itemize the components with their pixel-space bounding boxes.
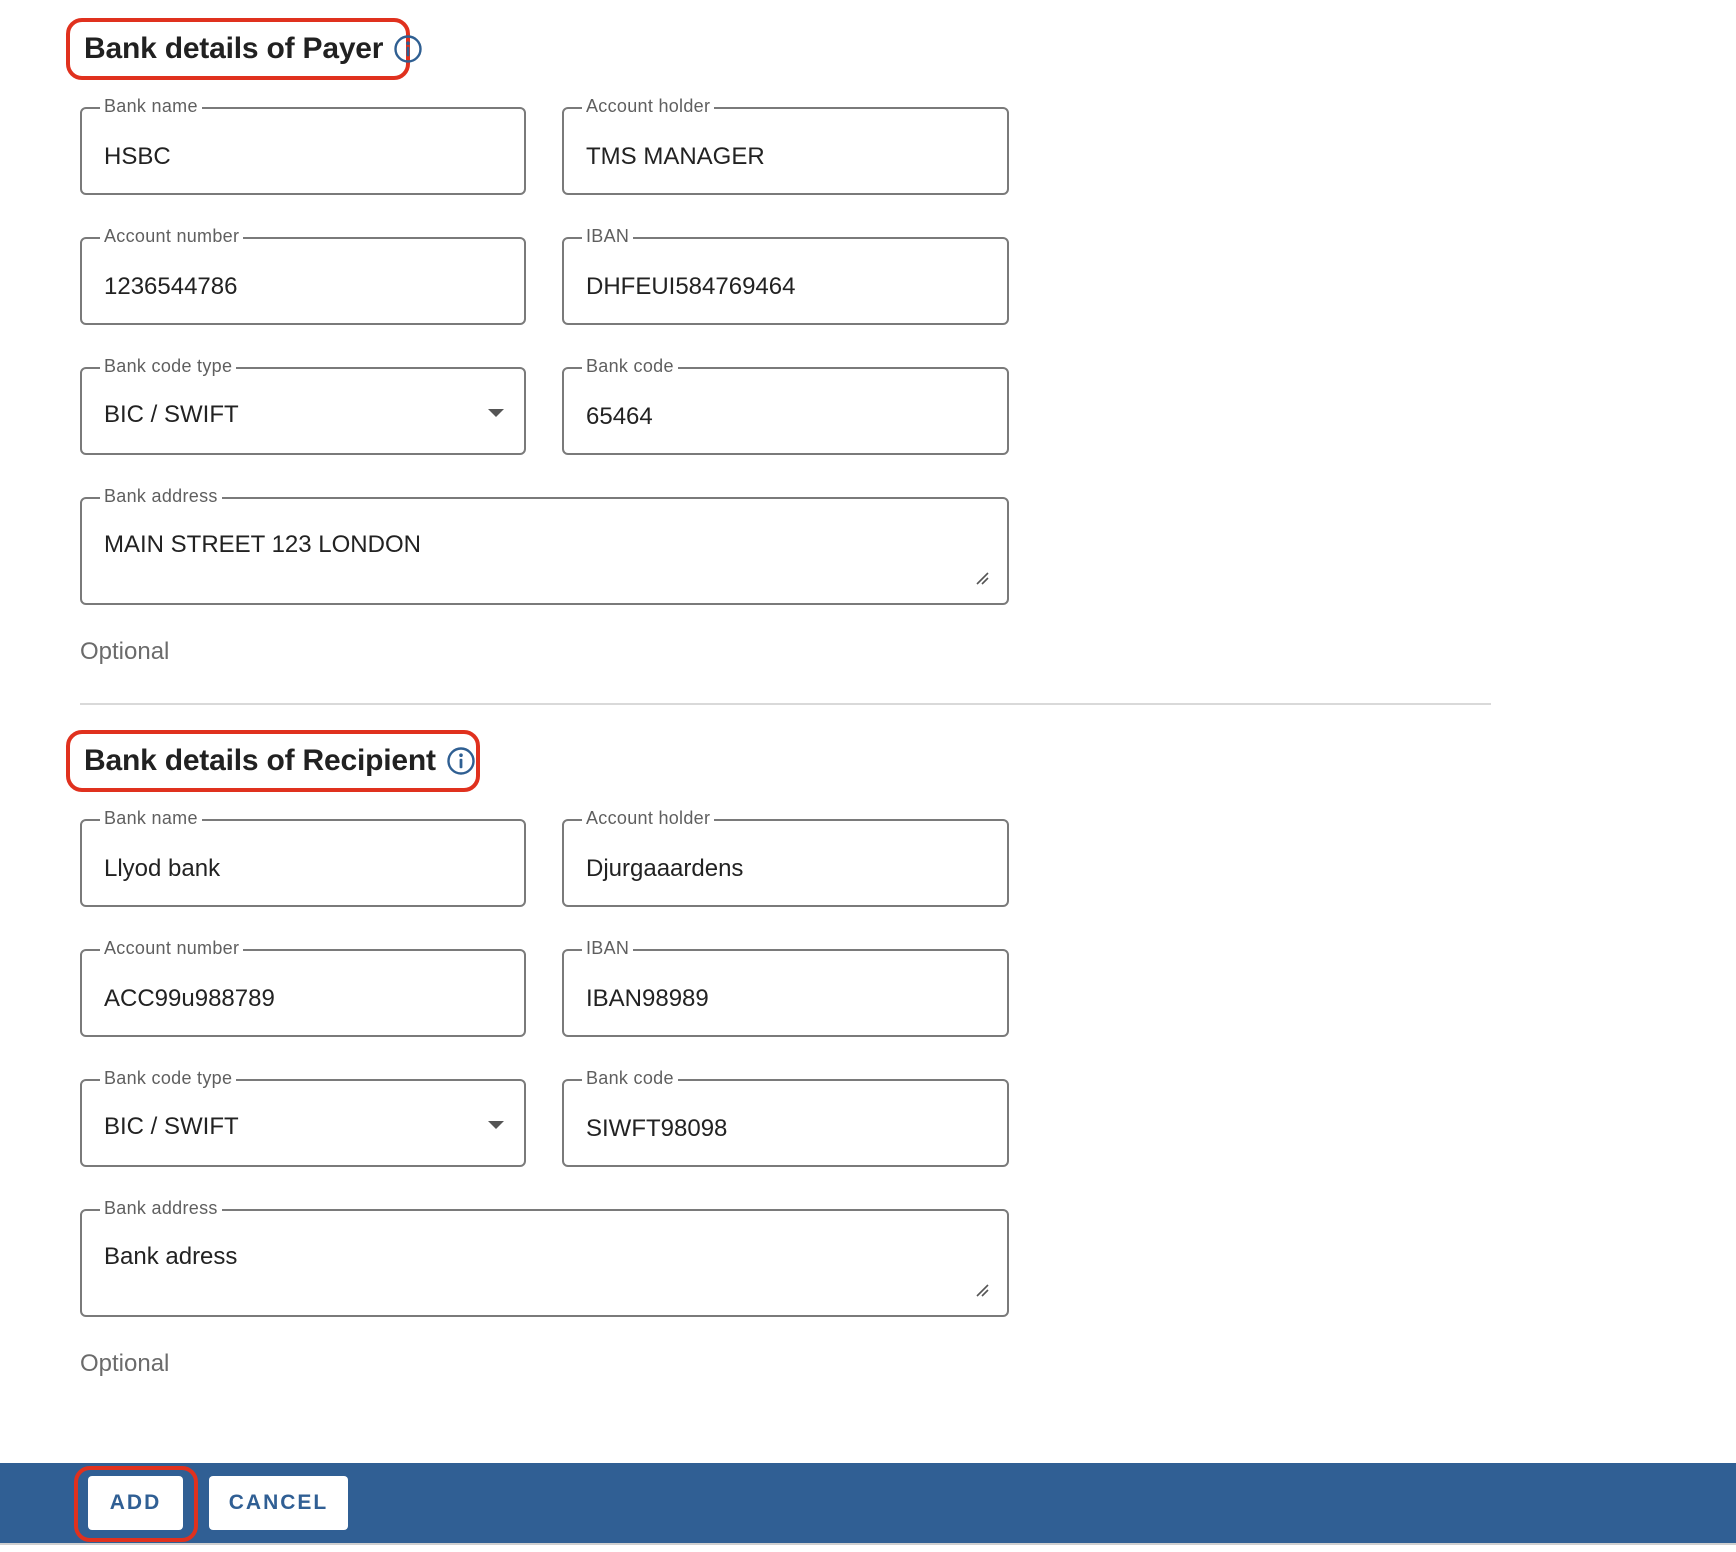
caret-down-icon[interactable] bbox=[488, 1121, 504, 1129]
field-label: Bank name bbox=[100, 96, 202, 117]
field-value: Djurgaaardens bbox=[586, 855, 744, 882]
field-label: Bank name bbox=[100, 808, 202, 829]
recipient-account-number-field[interactable]: Account number ACC99u988789 bbox=[80, 938, 526, 1037]
field-value: MAIN STREET 123 LONDON bbox=[104, 531, 421, 558]
field-label: Bank address bbox=[100, 1198, 222, 1219]
field-value: BIC / SWIFT bbox=[104, 401, 239, 428]
payer-iban-field[interactable]: IBAN DHFEUI584769464 bbox=[562, 226, 1009, 325]
footer-action-bar: ADD CANCEL bbox=[0, 1463, 1736, 1543]
payer-account-holder-field[interactable]: Account holder TMS MANAGER bbox=[562, 96, 1009, 195]
field-label: Account number bbox=[100, 938, 244, 959]
info-icon[interactable] bbox=[446, 746, 476, 776]
field-label: Bank code type bbox=[100, 1068, 237, 1089]
payer-account-number-field[interactable]: Account number 1236544786 bbox=[80, 226, 526, 325]
footer-bottom-edge bbox=[0, 1543, 1736, 1552]
payer-heading-highlight: Bank details of Payer bbox=[66, 18, 422, 80]
field-value: HSBC bbox=[104, 143, 171, 170]
payer-bank-address-textarea[interactable]: Bank address MAIN STREET 123 LONDON bbox=[80, 486, 1009, 605]
recipient-bank-address-textarea[interactable]: Bank address Bank adress bbox=[80, 1198, 1009, 1317]
field-value: TMS MANAGER bbox=[586, 143, 765, 170]
field-label: Bank code bbox=[582, 356, 678, 377]
field-label: Account number bbox=[100, 226, 244, 247]
payer-optional-hint: Optional bbox=[80, 638, 170, 665]
payer-heading: Bank details of Payer bbox=[84, 32, 384, 65]
field-label: Bank address bbox=[100, 486, 222, 507]
recipient-bank-code-field[interactable]: Bank code SIWFT98098 bbox=[562, 1068, 1009, 1167]
add-button[interactable]: ADD bbox=[88, 1476, 183, 1530]
recipient-account-holder-field[interactable]: Account holder Djurgaaardens bbox=[562, 808, 1009, 907]
resize-handle-icon[interactable] bbox=[975, 571, 989, 585]
bank-details-form: Bank details of Payer Bank name HSBC Acc… bbox=[0, 0, 1736, 1552]
field-value: SIWFT98098 bbox=[586, 1115, 728, 1142]
resize-handle-icon[interactable] bbox=[975, 1283, 989, 1297]
caret-down-icon[interactable] bbox=[488, 409, 504, 417]
payer-bank-code-field[interactable]: Bank code 65464 bbox=[562, 356, 1009, 455]
cancel-button[interactable]: CANCEL bbox=[209, 1476, 348, 1530]
section-divider bbox=[80, 703, 1491, 705]
field-value: 65464 bbox=[586, 403, 653, 430]
field-value: Bank adress bbox=[104, 1243, 238, 1270]
recipient-heading: Bank details of Recipient bbox=[84, 744, 436, 777]
field-label: Account holder bbox=[582, 96, 715, 117]
field-label: Bank code bbox=[582, 1068, 678, 1089]
field-value: DHFEUI584769464 bbox=[586, 273, 796, 300]
field-value: 1236544786 bbox=[104, 273, 238, 300]
field-value: IBAN98989 bbox=[586, 985, 709, 1012]
field-value: Llyod bank bbox=[104, 855, 221, 882]
recipient-bank-name-field[interactable]: Bank name Llyod bank bbox=[80, 808, 526, 907]
field-value: ACC99u988789 bbox=[104, 985, 275, 1012]
field-label: IBAN bbox=[582, 226, 634, 247]
field-label: Account holder bbox=[582, 808, 715, 829]
field-label: IBAN bbox=[582, 938, 634, 959]
field-value: BIC / SWIFT bbox=[104, 1113, 239, 1140]
recipient-optional-hint: Optional bbox=[80, 1350, 170, 1377]
recipient-bank-code-type-select[interactable]: Bank code type BIC / SWIFT bbox=[80, 1068, 526, 1167]
recipient-heading-highlight: Bank details of Recipient bbox=[66, 730, 480, 792]
payer-bank-code-type-select[interactable]: Bank code type BIC / SWIFT bbox=[80, 356, 526, 455]
recipient-iban-field[interactable]: IBAN IBAN98989 bbox=[562, 938, 1009, 1037]
payer-bank-name-field[interactable]: Bank name HSBC bbox=[80, 96, 526, 195]
field-label: Bank code type bbox=[100, 356, 237, 377]
info-icon[interactable] bbox=[393, 34, 423, 64]
